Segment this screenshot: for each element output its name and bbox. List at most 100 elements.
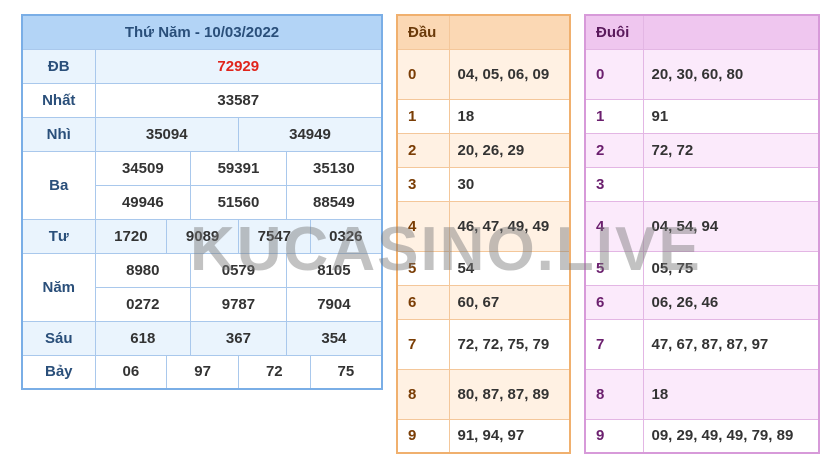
dau-row: 2 20, 26, 29 <box>396 132 571 168</box>
prize-label: Tư <box>21 218 96 254</box>
duoi-values: 09, 29, 49, 49, 79, 89 <box>642 418 820 454</box>
duoi-row: 5 05, 75 <box>584 250 820 286</box>
duoi-header: Đuôi <box>584 14 644 50</box>
prize-row-nam: Năm 8980 0579 8105 <box>21 252 383 322</box>
dau-digit: 9 <box>396 418 450 454</box>
prize-row-sau: Sáu 618 367 354 <box>21 320 383 356</box>
prize-row-nhat: Nhất 33587 <box>21 82 383 118</box>
duoi-row: 1 91 <box>584 98 820 134</box>
special-prize-value: 72929 <box>94 48 383 84</box>
prize-value: 88549 <box>285 184 383 220</box>
prize-value: 34949 <box>237 116 383 152</box>
prize-label: Ba <box>21 150 96 220</box>
prize-label: ĐB <box>21 48 96 84</box>
duoi-digit: 6 <box>584 284 644 320</box>
prize-label: Nhì <box>21 116 96 152</box>
prize-value: 34509 <box>94 150 192 186</box>
lottery-results-table: Thứ Năm - 10/03/2022 ĐB 72929 Nhất 33587… <box>21 14 383 390</box>
dau-row: 7 72, 72, 75, 79 <box>396 318 571 370</box>
dau-row: 9 91, 94, 97 <box>396 418 571 454</box>
dau-row: 3 30 <box>396 166 571 202</box>
prize-label: Bảy <box>21 354 96 390</box>
duoi-digit: 4 <box>584 200 644 252</box>
prize-value: 0272 <box>94 286 192 322</box>
prize-row-bay: Bảy 06 97 72 75 <box>21 354 383 390</box>
duoi-values: 72, 72 <box>642 132 820 168</box>
dau-digit: 3 <box>396 166 450 202</box>
duoi-values: 06, 26, 46 <box>642 284 820 320</box>
duoi-values: 47, 67, 87, 87, 97 <box>642 318 820 370</box>
dau-row: 8 80, 87, 87, 89 <box>396 368 571 420</box>
prize-value: 7547 <box>237 218 311 254</box>
dau-digit: 0 <box>396 48 450 100</box>
prize-value: 97 <box>166 354 239 390</box>
duoi-digit: 5 <box>584 250 644 286</box>
duoi-row: 6 06, 26, 46 <box>584 284 820 320</box>
dau-values: 54 <box>448 250 571 286</box>
dau-digit: 7 <box>396 318 450 370</box>
prize-value: 72 <box>237 354 311 390</box>
prize-row-nhi: Nhì 35094 34949 <box>21 116 383 152</box>
duoi-values: 04, 54, 94 <box>642 200 820 252</box>
prize-row-tu: Tư 1720 9089 7547 0326 <box>21 218 383 254</box>
prize-value: 9787 <box>190 286 287 322</box>
prize-value: 35130 <box>285 150 383 186</box>
dau-digit: 2 <box>396 132 450 168</box>
prize-value: 33587 <box>94 82 383 118</box>
dau-values: 46, 47, 49, 49 <box>448 200 571 252</box>
duoi-digit: 9 <box>584 418 644 454</box>
prize-value: 0579 <box>190 252 287 288</box>
prize-value: 0326 <box>309 218 383 254</box>
duoi-row: 7 47, 67, 87, 87, 97 <box>584 318 820 370</box>
dau-values: 91, 94, 97 <box>448 418 571 454</box>
prize-value: 51560 <box>190 184 287 220</box>
duoi-digit: 3 <box>584 166 644 202</box>
duoi-values: 91 <box>642 98 820 134</box>
prize-value: 367 <box>190 320 287 356</box>
duoi-header-blank <box>642 14 820 50</box>
prize-value: 49946 <box>94 184 192 220</box>
dau-digit: 6 <box>396 284 450 320</box>
duoi-values: 20, 30, 60, 80 <box>642 48 820 100</box>
prize-label: Sáu <box>21 320 96 356</box>
dau-values: 60, 67 <box>448 284 571 320</box>
dau-values: 04, 05, 06, 09 <box>448 48 571 100</box>
dau-row: 6 60, 67 <box>396 284 571 320</box>
prize-value: 75 <box>309 354 383 390</box>
duoi-digit: 2 <box>584 132 644 168</box>
dau-row: 4 46, 47, 49, 49 <box>396 200 571 252</box>
dau-row: 1 18 <box>396 98 571 134</box>
duoi-row: 9 09, 29, 49, 49, 79, 89 <box>584 418 820 454</box>
duoi-values <box>642 166 820 202</box>
dau-row: 5 54 <box>396 250 571 286</box>
duoi-row: 0 20, 30, 60, 80 <box>584 48 820 100</box>
prize-value: 1720 <box>94 218 168 254</box>
duoi-digit: 1 <box>584 98 644 134</box>
results-title: Thứ Năm - 10/03/2022 <box>21 14 383 50</box>
dau-table: Đầu 0 04, 05, 06, 09 1 18 2 20, 26, 29 3 30 4 46,… <box>396 14 571 454</box>
dau-values: 18 <box>448 98 571 134</box>
prize-value: 354 <box>285 320 383 356</box>
duoi-row: 4 04, 54, 94 <box>584 200 820 252</box>
dau-values: 30 <box>448 166 571 202</box>
duoi-row: 2 72, 72 <box>584 132 820 168</box>
dau-digit: 8 <box>396 368 450 420</box>
prize-label: Nhất <box>21 82 96 118</box>
dau-row: 0 04, 05, 06, 09 <box>396 48 571 100</box>
duoi-digit: 0 <box>584 48 644 100</box>
prize-value: 35094 <box>94 116 239 152</box>
prize-row-db: ĐB 72929 <box>21 48 383 84</box>
duoi-digit: 8 <box>584 368 644 420</box>
prize-value: 7904 <box>285 286 383 322</box>
dau-digit: 5 <box>396 250 450 286</box>
prize-value: 59391 <box>190 150 287 186</box>
duoi-values: 05, 75 <box>642 250 820 286</box>
prize-value: 9089 <box>166 218 239 254</box>
duoi-values: 18 <box>642 368 820 420</box>
prize-label: Năm <box>21 252 96 322</box>
prize-row-ba: Ba 34509 59391 35130 <box>21 150 383 220</box>
dau-digit: 1 <box>396 98 450 134</box>
dau-header-blank <box>448 14 571 50</box>
prize-value: 618 <box>94 320 192 356</box>
prize-value: 06 <box>94 354 168 390</box>
